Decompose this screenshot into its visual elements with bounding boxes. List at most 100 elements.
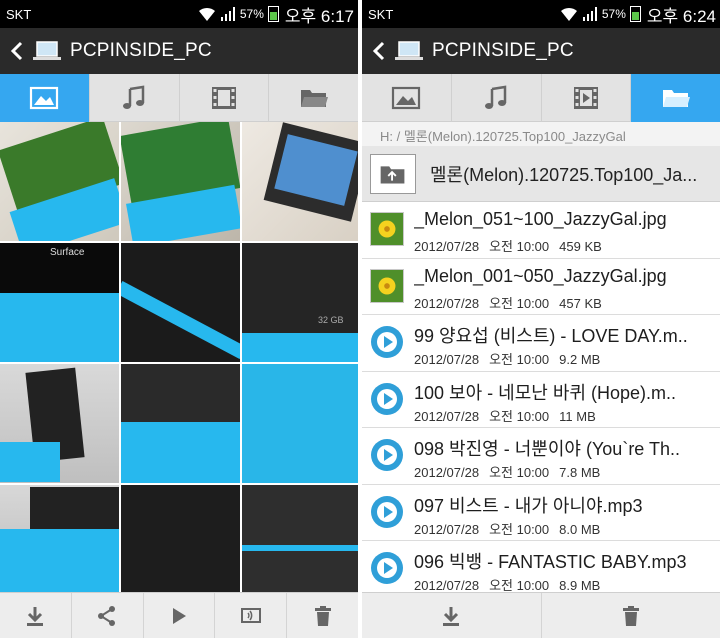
file-row[interactable]: 098 박진영 - 너뿐이야 (You`re Th.. 2012/07/28 오전…: [362, 428, 720, 485]
share-button[interactable]: [72, 592, 144, 638]
delete-button[interactable]: [542, 593, 720, 638]
file-size: 8.9 MB: [559, 578, 601, 592]
file-row[interactable]: 100 보아 - 네모난 바퀴 (Hope).m.. 2012/07/28 오전 …: [362, 372, 720, 428]
tab-folders[interactable]: [631, 74, 720, 122]
file-date: 2012/07/28: [414, 578, 480, 592]
file-date: 2012/07/28: [414, 239, 480, 254]
play-button[interactable]: [144, 592, 216, 638]
file-size: 8.0 MB: [559, 521, 601, 537]
file-time: 오전 10:00: [489, 295, 550, 311]
file-row[interactable]: 99 양요섭 (비스트) - LOVE DAY.m.. 2012/07/28 오전…: [362, 315, 720, 372]
file-meta: 2012/07/28 오전 10:00 8.9 MB: [414, 575, 610, 592]
photo-thumbnail[interactable]: [121, 485, 240, 598]
media-tabs: [362, 74, 720, 122]
photo-thumbnail[interactable]: [0, 122, 119, 241]
photo-thumbnail[interactable]: [0, 364, 119, 483]
file-row[interactable]: 097 비스트 - 내가 아니야.mp3 2012/07/28 오전 10:00 8…: [362, 485, 720, 541]
file-row[interactable]: _Melon_001~050_JazzyGal.jpg 2012/07/28 오전…: [362, 259, 720, 315]
film-icon: [573, 87, 598, 109]
file-date: 2012/07/28: [414, 295, 480, 311]
photo-browser-screen: SKT 57% 오후 6:17 PCPINSIDE_PC Surface 32 …: [0, 0, 358, 638]
file-row[interactable]: 096 빅뱅 - FANTASTIC BABY.mp3 2012/07/28 오전…: [362, 541, 720, 592]
clock: 오후 6:24: [646, 6, 716, 26]
status-bar: SKT 57% 오후 6:24: [362, 0, 720, 28]
photo-thumbnail[interactable]: Surface: [0, 243, 119, 362]
file-time: 오전 10:00: [489, 352, 550, 367]
title-bar: PCPINSIDE_PC: [362, 28, 720, 74]
photo-thumbnail[interactable]: [242, 485, 358, 598]
photo-thumbnail[interactable]: [242, 122, 358, 241]
tab-folders[interactable]: [269, 74, 358, 122]
file-size: 459 KB: [559, 239, 602, 254]
file-time: 오전 10:00: [489, 239, 550, 254]
tab-images[interactable]: [362, 74, 452, 122]
file-size: 7.8 MB: [559, 465, 601, 480]
carrier-label: SKT: [368, 7, 394, 22]
share-icon: [98, 605, 116, 626]
file-name: 99 양요섭 (비스트) - LOVE DAY.m..: [414, 326, 688, 346]
laptop-icon: [33, 41, 61, 60]
photo-grid: Surface 32 GB: [0, 122, 358, 598]
wifi-icon: [560, 7, 577, 21]
photo-caption: Surface: [50, 247, 85, 258]
tab-music[interactable]: [452, 74, 542, 122]
cast-button[interactable]: [215, 592, 288, 638]
film-icon: [211, 87, 236, 109]
tab-images[interactable]: [0, 74, 90, 122]
parent-folder-name: 멜론(Melon).120725.Top100_Ja...: [430, 165, 698, 185]
file-list: _Melon_051~100_JazzyGal.jpg 2012/07/28 오전…: [362, 202, 720, 592]
file-row[interactable]: _Melon_051~100_JazzyGal.jpg 2012/07/28 오전…: [362, 202, 720, 259]
photo-thumbnail[interactable]: 32 GB: [242, 243, 358, 362]
back-arrow-icon[interactable]: [370, 40, 390, 62]
battery-percent: 57%: [601, 7, 626, 21]
photo-thumbnail[interactable]: [121, 364, 240, 483]
wifi-icon: [198, 7, 215, 21]
photo-thumbnail[interactable]: [0, 485, 119, 598]
trash-icon: [314, 605, 331, 626]
breadcrumb: H: / 멜론(Melon).120725.Top100_JazzyGal: [362, 122, 720, 146]
trash-icon: [622, 605, 639, 626]
tab-videos[interactable]: [180, 74, 270, 122]
action-bar: [362, 592, 720, 638]
signal-icon: [220, 7, 235, 21]
battery-percent: 57%: [239, 7, 264, 21]
file-time: 오전 10:00: [489, 521, 550, 537]
cast-icon: [240, 607, 261, 623]
battery-icon: [629, 6, 641, 22]
back-arrow-icon[interactable]: [8, 40, 28, 62]
file-size: 457 KB: [559, 295, 602, 311]
photo-thumbnail[interactable]: [121, 243, 240, 362]
file-name: _Melon_001~050_JazzyGal.jpg: [414, 265, 667, 286]
photo-thumbnail[interactable]: [242, 364, 358, 483]
file-meta: 2012/07/28 오전 10:00 11 MB: [414, 406, 606, 425]
file-name: 098 박진영 - 너뿐이야 (You`re Th..: [414, 439, 681, 459]
file-size: 9.2 MB: [559, 352, 601, 367]
image-icon: [30, 86, 59, 110]
file-date: 2012/07/28: [414, 352, 480, 367]
delete-button[interactable]: [287, 593, 358, 638]
file-date: 2012/07/28: [414, 465, 480, 480]
file-meta: 2012/07/28 오전 10:00 457 KB: [414, 293, 612, 312]
folder-icon: [300, 90, 328, 107]
download-button[interactable]: [0, 592, 72, 638]
tab-videos[interactable]: [542, 74, 632, 122]
download-button[interactable]: [362, 592, 542, 638]
file-size: 11 MB: [559, 408, 596, 424]
download-icon: [27, 606, 44, 626]
action-bar: [0, 592, 358, 638]
file-name: _Melon_051~100_JazzyGal.jpg: [414, 209, 667, 229]
file-date: 2012/07/28: [414, 408, 480, 424]
image-file-icon: [370, 268, 404, 303]
laptop-icon: [395, 41, 423, 60]
file-time: 오전 10:00: [489, 465, 550, 480]
music-icon: [123, 85, 145, 109]
device-title: PCPINSIDE_PC: [432, 40, 574, 61]
file-name: 100 보아 - 네모난 바퀴 (Hope).m..: [414, 382, 676, 403]
tab-music[interactable]: [90, 74, 180, 122]
photo-caption: 32 GB: [318, 315, 344, 325]
photo-thumbnail[interactable]: [121, 122, 240, 241]
file-meta: 2012/07/28 오전 10:00 459 KB: [414, 236, 612, 255]
title-bar: PCPINSIDE_PC: [0, 28, 358, 74]
parent-folder-row[interactable]: 멜론(Melon).120725.Top100_Ja...: [362, 146, 720, 202]
file-meta: 2012/07/28 오전 10:00 7.8 MB: [414, 462, 610, 481]
